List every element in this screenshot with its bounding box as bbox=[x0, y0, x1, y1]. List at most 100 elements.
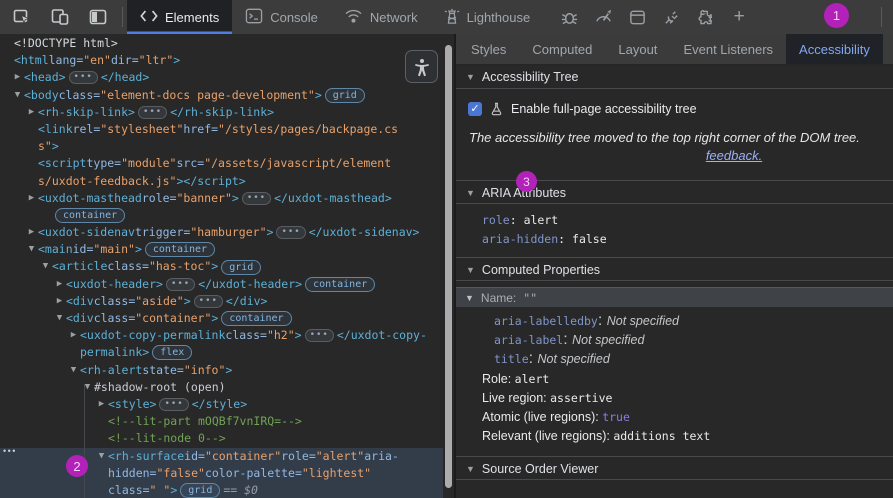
code-token: </head> bbox=[100, 70, 150, 85]
chevron-down-icon[interactable]: ▼ bbox=[53, 310, 66, 327]
dom-tree-row[interactable]: <html lang= "en" dir= "ltr" > bbox=[0, 52, 443, 69]
code-token: s" bbox=[38, 139, 52, 154]
layout-badge[interactable]: container bbox=[221, 311, 292, 327]
section-accessibility-tree[interactable]: ▼ Accessibility Tree bbox=[456, 65, 893, 89]
expand-ellipsis-icon[interactable]: ••• bbox=[304, 329, 334, 343]
layout-badge[interactable]: grid bbox=[324, 87, 365, 103]
expand-ellipsis-icon[interactable]: ••• bbox=[159, 398, 189, 412]
section-title: Accessibility Tree bbox=[481, 70, 579, 84]
expand-ellipsis-icon[interactable]: ••• bbox=[276, 226, 306, 240]
performance-gauge-icon[interactable] bbox=[591, 5, 615, 29]
dom-tree-row[interactable]: <!--lit-part mOQBf7vnIRQ=--> bbox=[0, 413, 443, 430]
chevron-right-icon[interactable]: ▶ bbox=[25, 224, 38, 241]
dom-tree-row[interactable]: <script type= "module" src= "/assets/javas… bbox=[0, 155, 443, 172]
dom-tree-row[interactable]: ▼ <div class= "container" > container bbox=[0, 310, 443, 327]
dom-tree-row[interactable]: s/uxdot-feedback.js" ></script> bbox=[0, 173, 443, 190]
chevron-right-icon[interactable]: ▶ bbox=[95, 396, 108, 413]
plug-icon[interactable] bbox=[659, 5, 683, 29]
sidebar-tab-accessibility[interactable]: Accessibility bbox=[786, 34, 883, 64]
code-token: ></script> bbox=[176, 173, 246, 188]
dom-tree-row[interactable]: container bbox=[0, 207, 443, 224]
dom-tree-row[interactable]: ▼ <article class= "has-toc" > grid bbox=[0, 258, 443, 275]
dom-tree-row[interactable]: class= " " > grid == $0 bbox=[0, 481, 443, 498]
application-box-icon[interactable] bbox=[625, 5, 649, 29]
chevron-down-icon[interactable]: ▼ bbox=[11, 87, 24, 104]
layout-badge[interactable]: grid bbox=[180, 482, 221, 498]
tab-network[interactable]: Network bbox=[331, 0, 431, 34]
computed-name-row[interactable]: ▼ Name: "" bbox=[456, 287, 893, 307]
dom-tree-row[interactable]: ▶ <uxdot-masthead role= "banner" > ••• </uxdo… bbox=[0, 190, 443, 207]
dom-tree-row[interactable]: ▶ <uxdot-header> ••• </uxdot-header> contain… bbox=[0, 276, 443, 293]
dom-tree-row[interactable]: <!--lit-node 0--> bbox=[0, 430, 443, 447]
layout-badge[interactable]: container bbox=[144, 242, 216, 258]
code-token: trigger= bbox=[134, 225, 191, 240]
chevron-down-icon[interactable]: ▼ bbox=[95, 448, 108, 465]
dom-tree-row[interactable]: permalink> flex bbox=[0, 344, 443, 361]
tab-lighthouse[interactable]: Lighthouse bbox=[431, 0, 544, 34]
layout-badge[interactable]: flex bbox=[152, 345, 193, 361]
chevron-right-icon[interactable]: ▶ bbox=[25, 104, 38, 121]
dom-tree-row[interactable]: ▶ <div class= "aside" > ••• </div> bbox=[0, 293, 443, 310]
inspect-icon[interactable] bbox=[10, 5, 34, 29]
dom-tree-row[interactable]: ▶ <head> ••• </head> bbox=[0, 69, 443, 86]
expand-ellipsis-icon[interactable]: ••• bbox=[193, 294, 223, 308]
dom-tree-row[interactable]: ▼ <rh-alert state= "info" > bbox=[0, 362, 443, 379]
dom-tree-row[interactable]: ▶ <style> ••• </style> bbox=[0, 396, 443, 413]
chevron-down-icon[interactable]: ▼ bbox=[25, 241, 38, 258]
code-token: > bbox=[266, 225, 274, 240]
feedback-link[interactable]: feedback. bbox=[706, 148, 762, 163]
chevron-right-icon[interactable]: ▶ bbox=[25, 190, 38, 207]
chevron-down-icon[interactable]: ▼ bbox=[67, 362, 80, 379]
chevron-right-icon[interactable]: ▶ bbox=[53, 293, 66, 310]
tab-elements[interactable]: Elements bbox=[127, 0, 233, 34]
section-computed-properties[interactable]: ▼ Computed Properties bbox=[456, 257, 893, 281]
code-token: "/assets/javascript/element bbox=[204, 156, 392, 171]
dom-tree-row[interactable]: ▼ #shadow-root (open) bbox=[0, 379, 443, 396]
dom-tree-row[interactable]: ▶ <uxdot-sidenav trigger= "hamburger" > ••• <… bbox=[0, 224, 443, 241]
accessibility-person-icon[interactable] bbox=[405, 50, 438, 83]
code-token: "container" bbox=[204, 448, 282, 463]
layout-badge[interactable]: grid bbox=[221, 259, 262, 275]
dom-tree-panel: <!DOCTYPE html> <html lang= "en" dir= "ltr"… bbox=[0, 34, 443, 498]
code-token: </uxdot-header> bbox=[198, 276, 303, 291]
device-toolbar-icon[interactable] bbox=[48, 5, 72, 29]
extension-puzzle-icon[interactable] bbox=[693, 5, 717, 29]
code-token: "h2" bbox=[266, 328, 295, 343]
computed-prop-row: Live region: assertive bbox=[482, 391, 613, 405]
dom-tree-row[interactable]: <!DOCTYPE html> bbox=[0, 35, 443, 52]
code-token: "element-docs page-development" bbox=[100, 87, 315, 102]
bug-icon[interactable] bbox=[557, 5, 581, 29]
expand-ellipsis-icon[interactable]: ••• bbox=[68, 71, 98, 85]
layout-badge[interactable]: container bbox=[305, 276, 376, 292]
sidebar-tab-styles[interactable]: Styles bbox=[458, 34, 519, 64]
dom-tree-row[interactable]: ▼ <main id= "main" > container bbox=[0, 241, 443, 258]
chevron-down-icon[interactable]: ▼ bbox=[39, 258, 52, 275]
expand-ellipsis-icon[interactable]: ••• bbox=[137, 105, 168, 119]
chevron-down-icon[interactable]: ▼ bbox=[81, 379, 94, 396]
dom-tree-scrollbar[interactable] bbox=[445, 45, 452, 488]
dom-tree-row[interactable]: <link rel= "stylesheet" href= "/styles/pag… bbox=[0, 121, 443, 138]
expand-ellipsis-icon[interactable]: ••• bbox=[165, 277, 196, 291]
more-tabs-button[interactable]: + bbox=[727, 6, 751, 28]
section-source-order-viewer[interactable]: ▼ Source Order Viewer bbox=[456, 456, 893, 480]
checkbox-checked[interactable]: ✓ bbox=[468, 101, 482, 116]
dom-tree-row[interactable]: ▼ <body class= "element-docs page-developm… bbox=[0, 87, 443, 104]
chevron-right-icon[interactable]: ▶ bbox=[53, 276, 66, 293]
dom-tree-row[interactable]: s" > bbox=[0, 138, 443, 155]
sidebar-tab-event-listeners[interactable]: Event Listeners bbox=[670, 34, 786, 64]
sidebar-tab-computed[interactable]: Computed bbox=[519, 34, 605, 64]
code-token: <html bbox=[14, 53, 49, 68]
expand-ellipsis-icon[interactable]: ••• bbox=[241, 191, 272, 205]
dock-panel-icon[interactable] bbox=[86, 5, 110, 29]
code-token: class= bbox=[93, 311, 136, 325]
chevron-right-icon[interactable]: ▶ bbox=[67, 327, 80, 344]
code-token: color-palette= bbox=[204, 465, 302, 480]
tab-console[interactable]: Console bbox=[232, 0, 331, 34]
dom-tree-row[interactable]: ▶ <uxdot-copy-permalink class= "h2" > ••• </u… bbox=[0, 327, 443, 344]
layout-badge[interactable]: container bbox=[55, 207, 126, 223]
dom-tree-row[interactable]: ▶ <rh-skip-link> ••• </rh-skip-link> bbox=[0, 104, 443, 121]
sidebar-tab-layout[interactable]: Layout bbox=[605, 34, 670, 64]
chevron-right-icon[interactable]: ▶ bbox=[11, 69, 24, 86]
fullpage-a11y-checkbox-row[interactable]: ✓ Enable full-page accessibility tree bbox=[468, 101, 893, 116]
code-token: lang= bbox=[48, 53, 84, 68]
